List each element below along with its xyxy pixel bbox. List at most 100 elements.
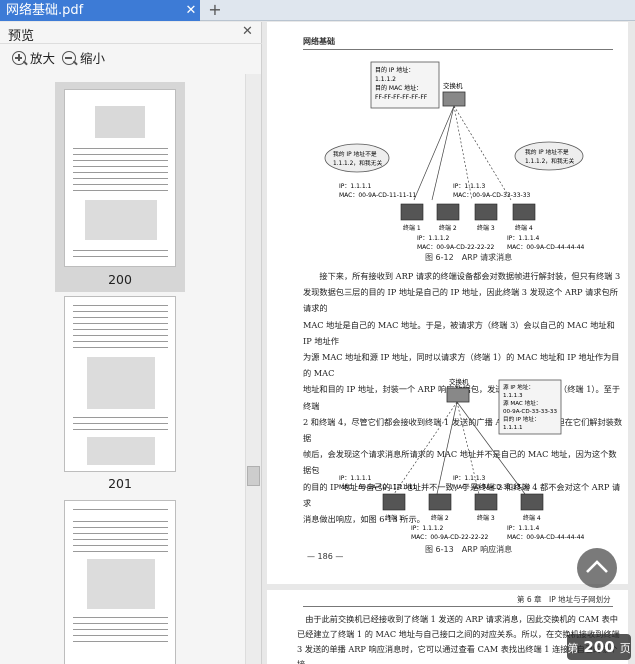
fig2-mac3: MAC：00-9A-CD-33-33-33: [453, 484, 531, 491]
fig1-ip4: IP：1.1.1.4: [507, 235, 540, 242]
chevron-up-icon: [586, 560, 608, 573]
fig2-bubble-1: 源 IP 地址：: [503, 383, 534, 391]
page-header: 第 6 章 IP 地址与子网划分: [517, 595, 611, 604]
page-header: 网络基础: [303, 37, 335, 46]
fig1-mac1: MAC：00-9A-CD-11-11-11: [339, 192, 417, 199]
thumbnail-page-number: 200: [108, 272, 132, 287]
fig2-ip3: IP：1.1.1.3: [453, 475, 486, 482]
zoom-toolbar: 放大 缩小: [0, 48, 262, 70]
thumbnail-page-number: 201: [108, 476, 132, 491]
figure-caption: 图 6-12 ARP 请求消息: [425, 253, 513, 262]
fig1-terminal-1: 终端 1: [403, 224, 421, 232]
page-indicator-prefix: 第: [567, 642, 579, 655]
fig2-switch-label: 交换机: [449, 377, 469, 386]
fig2-terminal-3: 终端 3: [477, 514, 495, 522]
page-indicator-suffix: 页: [619, 642, 631, 655]
scrollbar-handle[interactable]: [247, 466, 260, 486]
thumbnail-scrollbar[interactable]: [245, 74, 261, 664]
tab-close-icon[interactable]: ✕: [183, 0, 199, 21]
zoom-out-button[interactable]: 缩小: [62, 48, 105, 70]
figure-arp-response: 交换机 源 IP 地址： 1.1.1.3 源 MAC 地址： 00-9A-CD-…: [339, 377, 585, 541]
para-line: 接下来，所有接收到 ARP 请求的终端设备都会对数据帧进行解封装，但只有终端 3: [303, 271, 621, 281]
zoom-in-label: 放大: [30, 51, 56, 66]
terminal-icon: [400, 203, 424, 221]
thumbnail-list: 200 201: [0, 74, 245, 664]
document-page: 网络基础 目的 IP 地址： 1.1.1.2 目的 MAC 地址： FF-FF-…: [267, 22, 628, 584]
fig2-bubble-2: 1.1.1.3: [503, 393, 523, 399]
sidebar-header: 预览 ✕: [0, 22, 262, 44]
para-line: MAC 地址是自己的 MAC 地址。于是，被请求方（终端 3）会以自己的 MAC…: [303, 319, 615, 346]
pdf-viewer: 网络基础.pdf ✕ + 预览 ✕ 放大 缩小 200 201 网络基础 目的 …: [0, 0, 635, 664]
fig2-bubble-5: 目的 IP 地址：: [503, 415, 540, 423]
para-line: 发现数据包三层的目的 IP 地址是自己的 IP 地址，因此终端 3 发现这个 A…: [303, 287, 618, 314]
header-divider: [303, 49, 613, 50]
terminal-icon: [428, 493, 452, 511]
fig1-mac3: MAC：00-9A-CD-33-33-33: [453, 192, 531, 199]
fig1-bubble-line3: 目的 MAC 地址：: [375, 84, 422, 92]
fig1-terminal-2: 终端 2: [439, 224, 457, 232]
terminal-icon: [474, 203, 498, 221]
fig1-cloud-right-1: 我的 IP 地址不是: [525, 148, 569, 156]
terminal-icon: [512, 203, 536, 221]
fig1-mac2: MAC：00-9A-CD-22-22-22: [417, 244, 495, 251]
fig1-ip2: IP：1.1.1.2: [417, 235, 450, 242]
thumbnail-page-202[interactable]: [55, 500, 185, 664]
fig1-bubble-line2: 1.1.1.2: [375, 76, 396, 83]
zoom-in-button[interactable]: 放大: [12, 48, 55, 70]
fig2-bubble-6: 1.1.1.1: [503, 425, 523, 431]
fig2-terminal-1: 终端 1: [385, 514, 403, 522]
fig2-mac1: MAC：00-9A-CD-11-11-11: [339, 484, 417, 491]
switch-icon: [442, 91, 466, 107]
thumbnail-image: [64, 296, 176, 472]
terminal-icon: [520, 493, 544, 511]
thumbnail-image: [64, 89, 176, 267]
header-divider: [303, 606, 613, 607]
figure-caption: 图 6-13 ARP 响应消息: [425, 545, 513, 554]
terminal-icon: [382, 493, 406, 511]
thumbnail-page-201[interactable]: 201: [55, 296, 185, 498]
switch-icon: [446, 387, 470, 403]
sidebar-title: 预览: [8, 29, 35, 44]
figure-arp-request: 目的 IP 地址： 1.1.1.2 目的 MAC 地址： FF-FF-FF-FF…: [324, 61, 585, 251]
fig1-mac4: MAC：00-9A-CD-44-44-44: [507, 244, 585, 251]
fig2-terminal-2: 终端 2: [431, 514, 449, 522]
fig1-terminal-3: 终端 3: [477, 224, 495, 232]
zoom-out-icon: [62, 51, 78, 66]
thumbnail-page-200[interactable]: 200: [55, 82, 185, 292]
fig1-ip1: IP：1.1.1.1: [339, 183, 372, 190]
fig2-mac4: MAC：00-9A-CD-44-44-44: [507, 534, 585, 541]
preview-sidebar: 预览 ✕ 放大 缩小 200 201: [0, 22, 262, 664]
fig2-bubble-3: 源 MAC 地址：: [503, 399, 541, 407]
fig2-ip4: IP：1.1.1.4: [507, 525, 540, 532]
cloud-left: [324, 143, 390, 173]
fig1-ip3: IP：1.1.1.3: [453, 183, 486, 190]
terminal-icon: [436, 203, 460, 221]
terminal-icon: [474, 493, 498, 511]
fig1-cloud-right-2: 1.1.1.2，和我无关: [525, 157, 574, 165]
zoom-out-label: 缩小: [80, 51, 106, 66]
scroll-to-top-button[interactable]: [577, 548, 617, 588]
page-indicator: 第 200 页: [567, 634, 631, 660]
cloud-right: [514, 141, 584, 171]
para-line: 由于此前交换机已经接收到了终端 1 发送的 ARP 请求消息，因此交换机的 CA…: [297, 614, 618, 624]
thumbnail-image: [64, 500, 176, 664]
tab-title: 网络基础.pdf: [6, 3, 84, 18]
fig2-ip2: IP：1.1.1.2: [411, 525, 444, 532]
fig1-bubble-line4: FF-FF-FF-FF-FF-FF: [375, 94, 428, 101]
page-number: — 186 —: [307, 552, 344, 561]
fig2-ip1: IP：1.1.1.1: [339, 475, 372, 482]
fig2-mac2: MAC：00-9A-CD-22-22-22: [411, 534, 489, 541]
fig2-terminal-4: 终端 4: [523, 514, 541, 522]
fig1-cloud-left-2: 1.1.1.2，和我无关: [333, 159, 382, 167]
zoom-in-icon: [12, 51, 28, 66]
tab-bar: 网络基础.pdf ✕ +: [0, 0, 635, 21]
fig2-bubble-4: 00-9A-CD-33-33-33: [503, 409, 557, 415]
sidebar-close-icon[interactable]: ✕: [242, 24, 253, 39]
fig1-bubble-line1: 目的 IP 地址：: [375, 66, 414, 74]
fig1-terminal-4: 终端 4: [515, 224, 533, 232]
fig1-switch-label: 交换机: [443, 81, 463, 90]
tab-document[interactable]: 网络基础.pdf: [0, 0, 200, 21]
fig1-cloud-left-1: 我的 IP 地址不是: [333, 150, 377, 158]
page-indicator-number: 200: [583, 638, 615, 656]
new-tab-button[interactable]: +: [206, 0, 224, 21]
